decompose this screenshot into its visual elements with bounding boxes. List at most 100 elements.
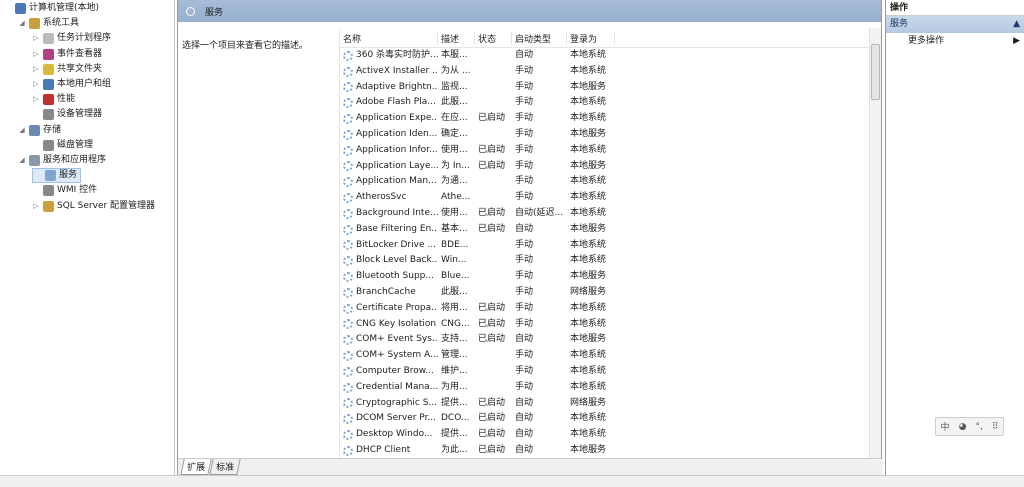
expand-arrow-icon[interactable]: ▷: [32, 47, 40, 62]
vertical-scrollbar[interactable]: [869, 28, 881, 458]
service-name: DCOM Server Pr...: [356, 413, 437, 424]
table-row[interactable]: Base Filtering En... 基本... 已启动 自动 本地服务: [340, 222, 869, 238]
table-row[interactable]: Application Laye... 为 In... 已启动 手动 本地服务: [340, 159, 869, 175]
tree-item[interactable]: ▷ 本地用户和组: [32, 77, 111, 92]
table-row[interactable]: Background Inte... 使用... 已启动 自动(延迟... 本地系统: [340, 206, 869, 222]
cell: 本地系统: [570, 50, 607, 60]
cell: 此服...: [441, 97, 468, 108]
tree-item[interactable]: 磁盘管理: [32, 138, 93, 153]
table-row[interactable]: Application Iden... 确定... 手动 本地服务: [340, 127, 869, 143]
table-row[interactable]: Adobe Flash Pla... 此服... 手动 本地系统: [340, 95, 869, 111]
column-header[interactable]: 状态: [475, 32, 512, 45]
table-row[interactable]: Application Man... 为通... 手动 本地系统: [340, 174, 869, 190]
cell: Desktop Windo...: [340, 427, 438, 443]
cell: CNG...: [441, 318, 470, 329]
table-row[interactable]: COM+ Event Sys... 支持... 已启动 自动 本地服务: [340, 332, 869, 348]
tree-item[interactable]: 设备管理器: [32, 107, 102, 122]
tree-item[interactable]: ▷ 共享文件夹: [32, 62, 102, 77]
service-name: Cryptographic S...: [356, 397, 438, 408]
expand-arrow-icon[interactable]: ◢: [18, 16, 26, 31]
tree-item[interactable]: ◢ 存储: [18, 123, 61, 138]
cell: [475, 238, 512, 254]
actions-title: 操作: [886, 0, 1024, 16]
table-row[interactable]: Computer Brow... 维护... 手动 本地系统: [340, 364, 869, 380]
column-header[interactable]: 名称: [340, 32, 438, 45]
table-row[interactable]: DCOM Server Pr... DCO... 已启动 自动 本地系统: [340, 411, 869, 427]
tab-extended[interactable]: 扩展: [180, 459, 212, 475]
service-name: Background Inte...: [356, 207, 438, 218]
tree-item[interactable]: ◢ 系统工具: [18, 16, 79, 31]
table-row[interactable]: Bluetooth Supp... Blue... 手动 本地服务: [340, 269, 869, 285]
service-gear-icon: [343, 114, 353, 125]
table-row[interactable]: CNG Key Isolation CNG... 已启动 手动 本地系统: [340, 317, 869, 333]
actions-section-services[interactable]: 服务 ▲: [886, 16, 1024, 33]
tree-item[interactable]: 计算机管理(本地): [4, 1, 99, 16]
cell: 提供...: [441, 397, 468, 408]
table-row[interactable]: Cryptographic S... 提供... 已启动 自动 网络服务: [340, 396, 869, 412]
expand-arrow-icon[interactable]: ◢: [18, 123, 26, 138]
cell: 本地系统: [570, 381, 607, 392]
table-row[interactable]: Credential Mana... 为用... 手动 本地系统: [340, 380, 869, 396]
expand-arrow-icon[interactable]: ▷: [32, 92, 40, 107]
expand-arrow-icon[interactable]: ▷: [32, 199, 40, 214]
expand-arrow-icon[interactable]: ▷: [32, 77, 40, 92]
cell: COM+ System A...: [340, 348, 438, 364]
table-row[interactable]: BranchCache 此服... 手动 网络服务: [340, 285, 869, 301]
column-header[interactable]: 启动类型: [512, 32, 567, 45]
table-row[interactable]: BitLocker Drive ... BDE... 手动 本地系统: [340, 238, 869, 254]
tree-item[interactable]: ▷ 任务计划程序: [32, 31, 111, 46]
cell: [475, 190, 512, 206]
cell: Athe...: [441, 192, 471, 203]
item-label: 更多操作: [908, 36, 945, 46]
ime-punct-icon[interactable]: °,: [975, 422, 982, 432]
column-header[interactable]: 描述: [438, 32, 475, 45]
table-row[interactable]: Certificate Propa... 将用... 已启动 手动 本地系统: [340, 301, 869, 317]
column-header[interactable]: 登录为: [567, 32, 615, 45]
cell: 手动: [515, 81, 534, 92]
cell: 手动: [515, 144, 534, 155]
cell: 网络服务: [570, 397, 607, 408]
table-row[interactable]: Application Infor... 使用... 已启动 手动 本地系统: [340, 143, 869, 159]
ime-mode-icon[interactable]: 中: [941, 420, 950, 433]
tree-item[interactable]: ▷ 事件查看器: [32, 47, 102, 62]
cell: 手动: [515, 271, 534, 282]
service-gear-icon: [343, 414, 353, 425]
table-row[interactable]: COM+ System A... 管理... 手动 本地系统: [340, 348, 869, 364]
column-headers: 名称 描述 状态 启动类型 登录为: [340, 28, 869, 48]
table-row[interactable]: ActiveX Installer ... 为从 ... 手动 本地系统: [340, 64, 869, 80]
service-gear-icon: [343, 240, 353, 251]
ime-width-icon[interactable]: ◕: [959, 422, 967, 432]
expand-arrow-icon[interactable]: ▷: [32, 31, 40, 46]
tree-item[interactable]: WMI 控件: [32, 183, 97, 198]
scroll-thumb[interactable]: [871, 44, 880, 100]
table-row[interactable]: DHCP Client 为此... 已启动 自动 本地服务: [340, 443, 869, 458]
node-icon: [43, 200, 54, 212]
expand-arrow-icon[interactable]: ▷: [32, 62, 40, 77]
tab-standard[interactable]: 标准: [209, 459, 241, 475]
tree-item-label: SQL Server 配置管理器: [57, 200, 156, 211]
expand-arrow-icon[interactable]: ◢: [18, 153, 26, 168]
tree-item-label: 计算机管理(本地): [29, 3, 100, 13]
table-row[interactable]: Desktop Windo... 提供... 已启动 自动 本地系统: [340, 427, 869, 443]
table-row[interactable]: Block Level Back... Win... 手动 本地系统: [340, 253, 869, 269]
cell: 管理...: [441, 350, 468, 361]
cell: 已启动: [478, 413, 506, 424]
tree-item[interactable]: ▷ 性能: [32, 92, 75, 107]
table-row[interactable]: 360 杀毒实时防护... 本服... 自动 本地系统: [340, 48, 869, 64]
service-name: COM+ System A...: [356, 350, 438, 361]
table-row[interactable]: Application Expe... 在应... 已启动 手动 本地系统: [340, 111, 869, 127]
section-label: 服务: [890, 19, 909, 29]
tree-item[interactable]: ◢ 服务和应用程序: [18, 153, 106, 168]
cell: 已启动: [478, 113, 506, 124]
tree-item[interactable]: ▷ SQL Server 配置管理器: [32, 199, 155, 214]
tree-item[interactable]: 服务: [32, 168, 82, 184]
node-icon: [43, 79, 54, 90]
service-gear-icon: [343, 398, 353, 409]
cell: 本地系统: [570, 239, 607, 250]
cell: 本地系统: [570, 113, 607, 124]
services-list[interactable]: 名称 描述 状态 启动类型 登录为 360 杀毒实时防护... 本服... 自动 本地系统 Ac…: [339, 28, 869, 458]
table-row[interactable]: Adaptive Brightn... 监视... 手动 本地服务: [340, 80, 869, 96]
table-row[interactable]: AtherosSvc Athe... 手动 本地系统: [340, 190, 869, 206]
more-actions-item[interactable]: 更多操作 ▶: [886, 33, 1024, 50]
ime-menu-icon[interactable]: ⠿: [992, 422, 999, 432]
